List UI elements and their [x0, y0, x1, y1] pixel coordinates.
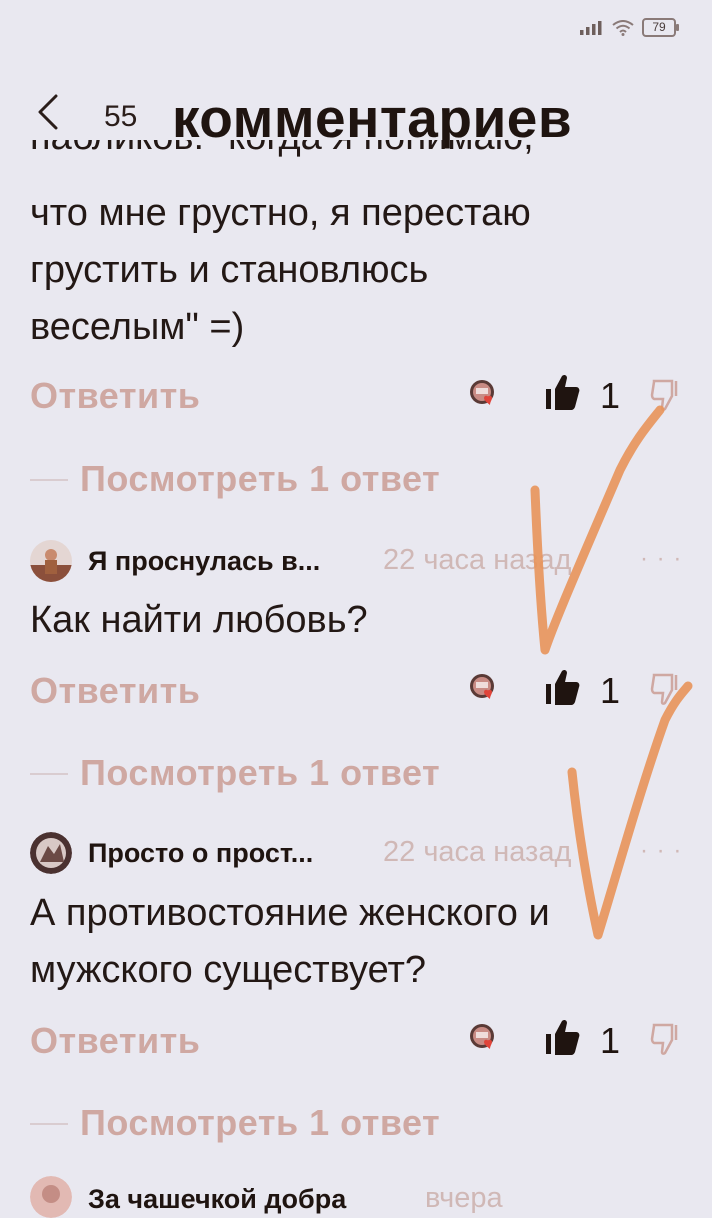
- checkmark-annotation: [567, 681, 693, 940]
- checkmark-annotation: [530, 405, 665, 655]
- annotation-overlay: [530, 405, 693, 940]
